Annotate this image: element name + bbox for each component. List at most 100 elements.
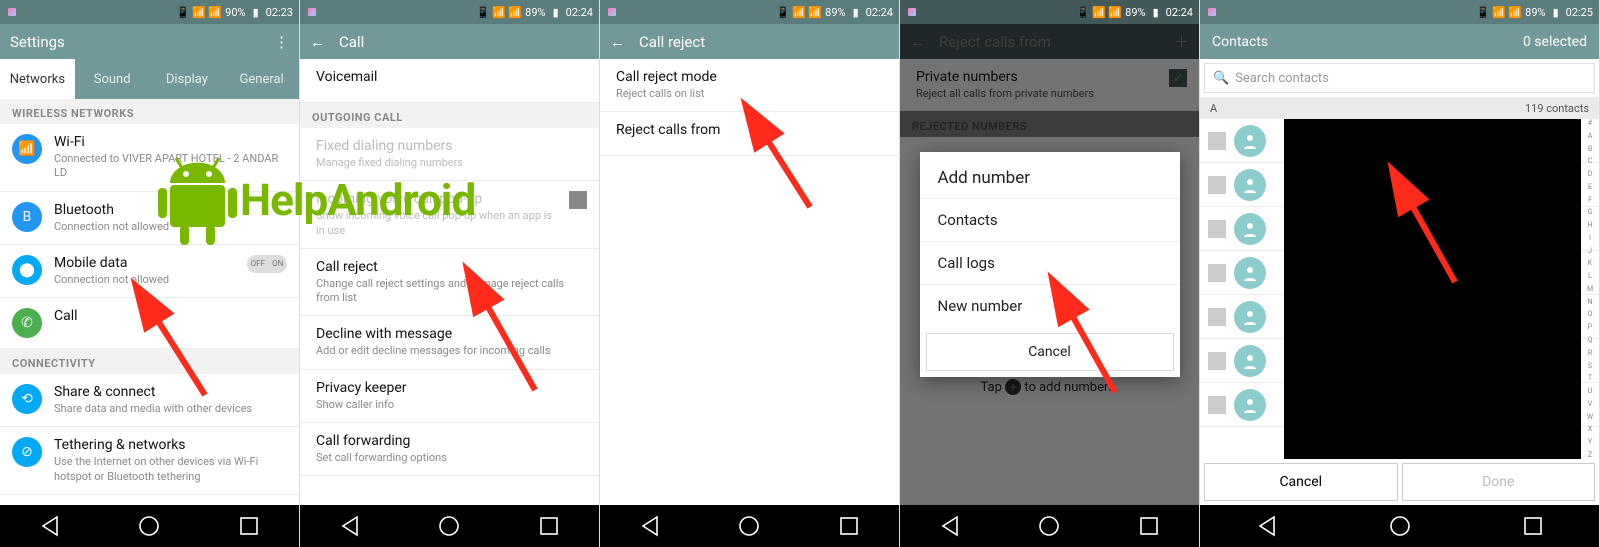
- back-icon[interactable]: ←: [910, 33, 925, 51]
- avatar: [1234, 213, 1266, 245]
- private-title: Private numbers: [916, 69, 1157, 85]
- battery-text: 89%: [825, 6, 845, 19]
- nav-home-icon[interactable]: [738, 515, 760, 537]
- wifi-icon: 📶: [1493, 6, 1505, 18]
- nav-recent-icon[interactable]: [538, 515, 560, 537]
- battery-icon: ▮: [1550, 6, 1562, 18]
- plus-circle-icon: +: [1005, 379, 1021, 395]
- item-share-connect[interactable]: ⟲ Share & connect Share data and media w…: [0, 374, 299, 427]
- status-bar: 📱 📶 📶 90% ▮ 02:23: [0, 0, 299, 24]
- row-checkbox[interactable]: [1208, 308, 1226, 326]
- item-bluetooth[interactable]: B Bluetooth Connection not allowed: [0, 192, 299, 245]
- clock-text: 02:24: [566, 6, 593, 19]
- portrait-lock-icon: 📱: [177, 6, 189, 18]
- nav-back-icon[interactable]: [939, 515, 961, 537]
- toggle-on-label: ON: [272, 259, 283, 268]
- decline-title: Decline with message: [316, 326, 587, 342]
- popup-checkbox[interactable]: [569, 191, 587, 209]
- item-fixed-dialing[interactable]: Fixed dialing numbers Manage fixed diali…: [300, 128, 599, 181]
- tab-display[interactable]: Display: [150, 59, 225, 99]
- reject-sub: Change call reject settings and manage r…: [316, 277, 587, 306]
- row-checkbox[interactable]: [1208, 396, 1226, 414]
- tab-sound[interactable]: Sound: [75, 59, 150, 99]
- share-title: Share & connect: [54, 384, 287, 400]
- battery-icon: ▮: [550, 6, 562, 18]
- add-icon[interactable]: ＋: [1174, 31, 1189, 52]
- battery-icon: ▮: [250, 6, 262, 18]
- back-icon[interactable]: ←: [610, 33, 625, 51]
- item-mobile-data[interactable]: ⬤ Mobile data Connection not allowed OFF…: [0, 245, 299, 298]
- app-bar: Settings ⋮: [0, 24, 299, 59]
- nav-back-icon[interactable]: [339, 515, 361, 537]
- more-icon[interactable]: ⋮: [274, 33, 289, 51]
- clock-text: 02:24: [866, 6, 893, 19]
- private-checkbox[interactable]: ✓: [1169, 69, 1187, 87]
- item-call-forwarding[interactable]: Call forwarding Set call forwarding opti…: [300, 423, 599, 476]
- row-checkbox[interactable]: [1208, 132, 1226, 150]
- popup-title: Incoming voice call pop-up: [316, 191, 557, 207]
- mobile-title: Mobile data: [54, 255, 235, 271]
- row-checkbox[interactable]: [1208, 264, 1226, 282]
- nav-home-icon[interactable]: [1038, 515, 1060, 537]
- nav-recent-icon[interactable]: [238, 515, 260, 537]
- battery-icon: ▮: [1150, 6, 1162, 18]
- nav-home-icon[interactable]: [138, 515, 160, 537]
- item-privacy-keeper[interactable]: Privacy keeper Show caller info: [300, 370, 599, 423]
- row-checkbox[interactable]: [1208, 220, 1226, 238]
- nav-back-icon[interactable]: [39, 515, 61, 537]
- item-reject-from[interactable]: Reject calls from: [600, 112, 899, 156]
- navbar: [0, 505, 299, 547]
- bt-title: Bluetooth: [54, 202, 287, 218]
- battery-icon: ▮: [850, 6, 862, 18]
- wifi-icon: 📶: [193, 6, 205, 18]
- share-icon: ⟲: [12, 384, 42, 414]
- section-letter: A: [1210, 102, 1217, 115]
- signal-icon: 📶: [1509, 6, 1521, 18]
- alpha-index[interactable]: #ABCDEFGHIJKLMNOPQRSTUVWXYZ: [1583, 119, 1597, 459]
- item-tethering[interactable]: ⊘ Tethering & networks Use the Internet …: [0, 427, 299, 495]
- page-title: Reject calls from: [939, 33, 1174, 51]
- fixed-sub: Manage fixed dialing numbers: [316, 156, 587, 170]
- item-wifi[interactable]: 📶 Wi-Fi Connected to VIVER APART HOTEL -…: [0, 124, 299, 192]
- battery-text: 90%: [225, 6, 245, 19]
- item-incoming-popup[interactable]: Incoming voice call pop-up Show incoming…: [300, 181, 599, 249]
- from-title: Reject calls from: [616, 122, 887, 138]
- mobile-toggle[interactable]: OFF ON: [247, 255, 287, 273]
- navbar: [300, 505, 599, 547]
- nav-home-icon[interactable]: [1389, 515, 1411, 537]
- avatar: [1234, 389, 1266, 421]
- done-button[interactable]: Done: [1402, 463, 1596, 501]
- search-input[interactable]: 🔍 Search contacts: [1204, 63, 1595, 93]
- search-placeholder: Search contacts: [1235, 71, 1329, 86]
- item-decline-message[interactable]: Decline with message Add or edit decline…: [300, 316, 599, 369]
- nav-back-icon[interactable]: [639, 515, 661, 537]
- avatar: [1234, 125, 1266, 157]
- signal-icon: 📶: [1109, 6, 1121, 18]
- clock-text: 02:25: [1566, 6, 1593, 19]
- row-checkbox[interactable]: [1208, 352, 1226, 370]
- nav-recent-icon[interactable]: [1138, 515, 1160, 537]
- app-bar: ← Reject calls from ＋: [900, 24, 1199, 59]
- cancel-button[interactable]: Cancel: [1204, 463, 1398, 501]
- item-voicemail[interactable]: Voicemail: [300, 59, 599, 103]
- nav-back-icon[interactable]: [1256, 515, 1278, 537]
- phone-icon: ✆: [12, 308, 42, 338]
- item-call-reject[interactable]: Call reject Change call reject settings …: [300, 249, 599, 317]
- nav-recent-icon[interactable]: [1522, 515, 1544, 537]
- status-bar: 📱 📶 📶 89% ▮ 02:24: [600, 0, 899, 24]
- battery-text: 89%: [1525, 6, 1545, 19]
- item-reject-mode[interactable]: Call reject mode Reject calls on list: [600, 59, 899, 112]
- item-private-numbers[interactable]: Private numbers Reject all calls from pr…: [900, 59, 1199, 112]
- tab-general[interactable]: General: [224, 59, 299, 99]
- back-icon[interactable]: ←: [310, 33, 325, 51]
- notif-icon: [606, 6, 618, 18]
- row-checkbox[interactable]: [1208, 176, 1226, 194]
- bottom-actions: Cancel Done: [1200, 459, 1599, 505]
- notif-icon: [1206, 6, 1218, 18]
- mode-title: Call reject mode: [616, 69, 887, 85]
- nav-home-icon[interactable]: [438, 515, 460, 537]
- nav-recent-icon[interactable]: [838, 515, 860, 537]
- item-call[interactable]: ✆ Call: [0, 298, 299, 349]
- tab-networks[interactable]: Networks: [0, 59, 75, 99]
- portrait-lock-icon: 📱: [477, 6, 489, 18]
